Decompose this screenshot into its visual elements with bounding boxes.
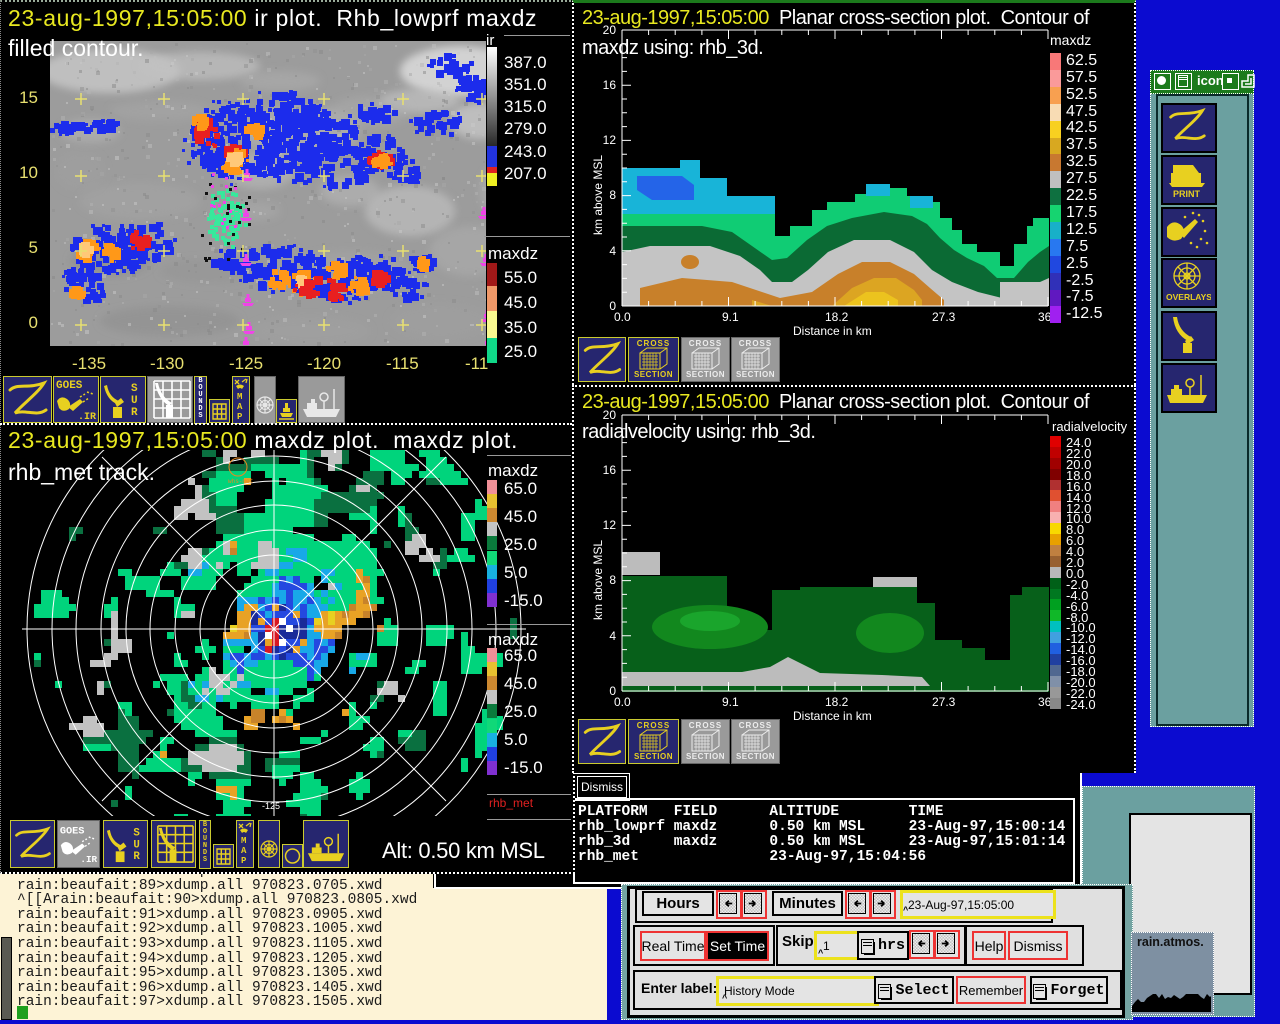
- svg-text:.IR: .IR: [80, 854, 97, 865]
- svg-text:.IR: .IR: [78, 412, 96, 422]
- svg-text:M: M: [241, 836, 246, 846]
- svg-text:R: R: [131, 407, 138, 419]
- svg-text:A: A: [241, 846, 247, 856]
- svg-text:U: U: [133, 839, 139, 851]
- svg-text:P: P: [237, 412, 243, 422]
- svg-text:PRINT: PRINT: [1173, 189, 1201, 199]
- svg-text:U: U: [131, 395, 138, 407]
- svg-text:M: M: [237, 392, 242, 402]
- svg-text:P: P: [241, 856, 247, 866]
- svg-text:GOES: GOES: [60, 825, 85, 837]
- svg-text:A: A: [237, 402, 243, 412]
- svg-text:S: S: [131, 383, 138, 395]
- svg-text:S: S: [133, 828, 140, 840]
- svg-text:whs-met: whs-met: [228, 478, 253, 485]
- svg-text:GOES: GOES: [56, 380, 83, 392]
- svg-text:R: R: [133, 851, 140, 863]
- svg-text:OVERLAYS: OVERLAYS: [1166, 292, 1211, 302]
